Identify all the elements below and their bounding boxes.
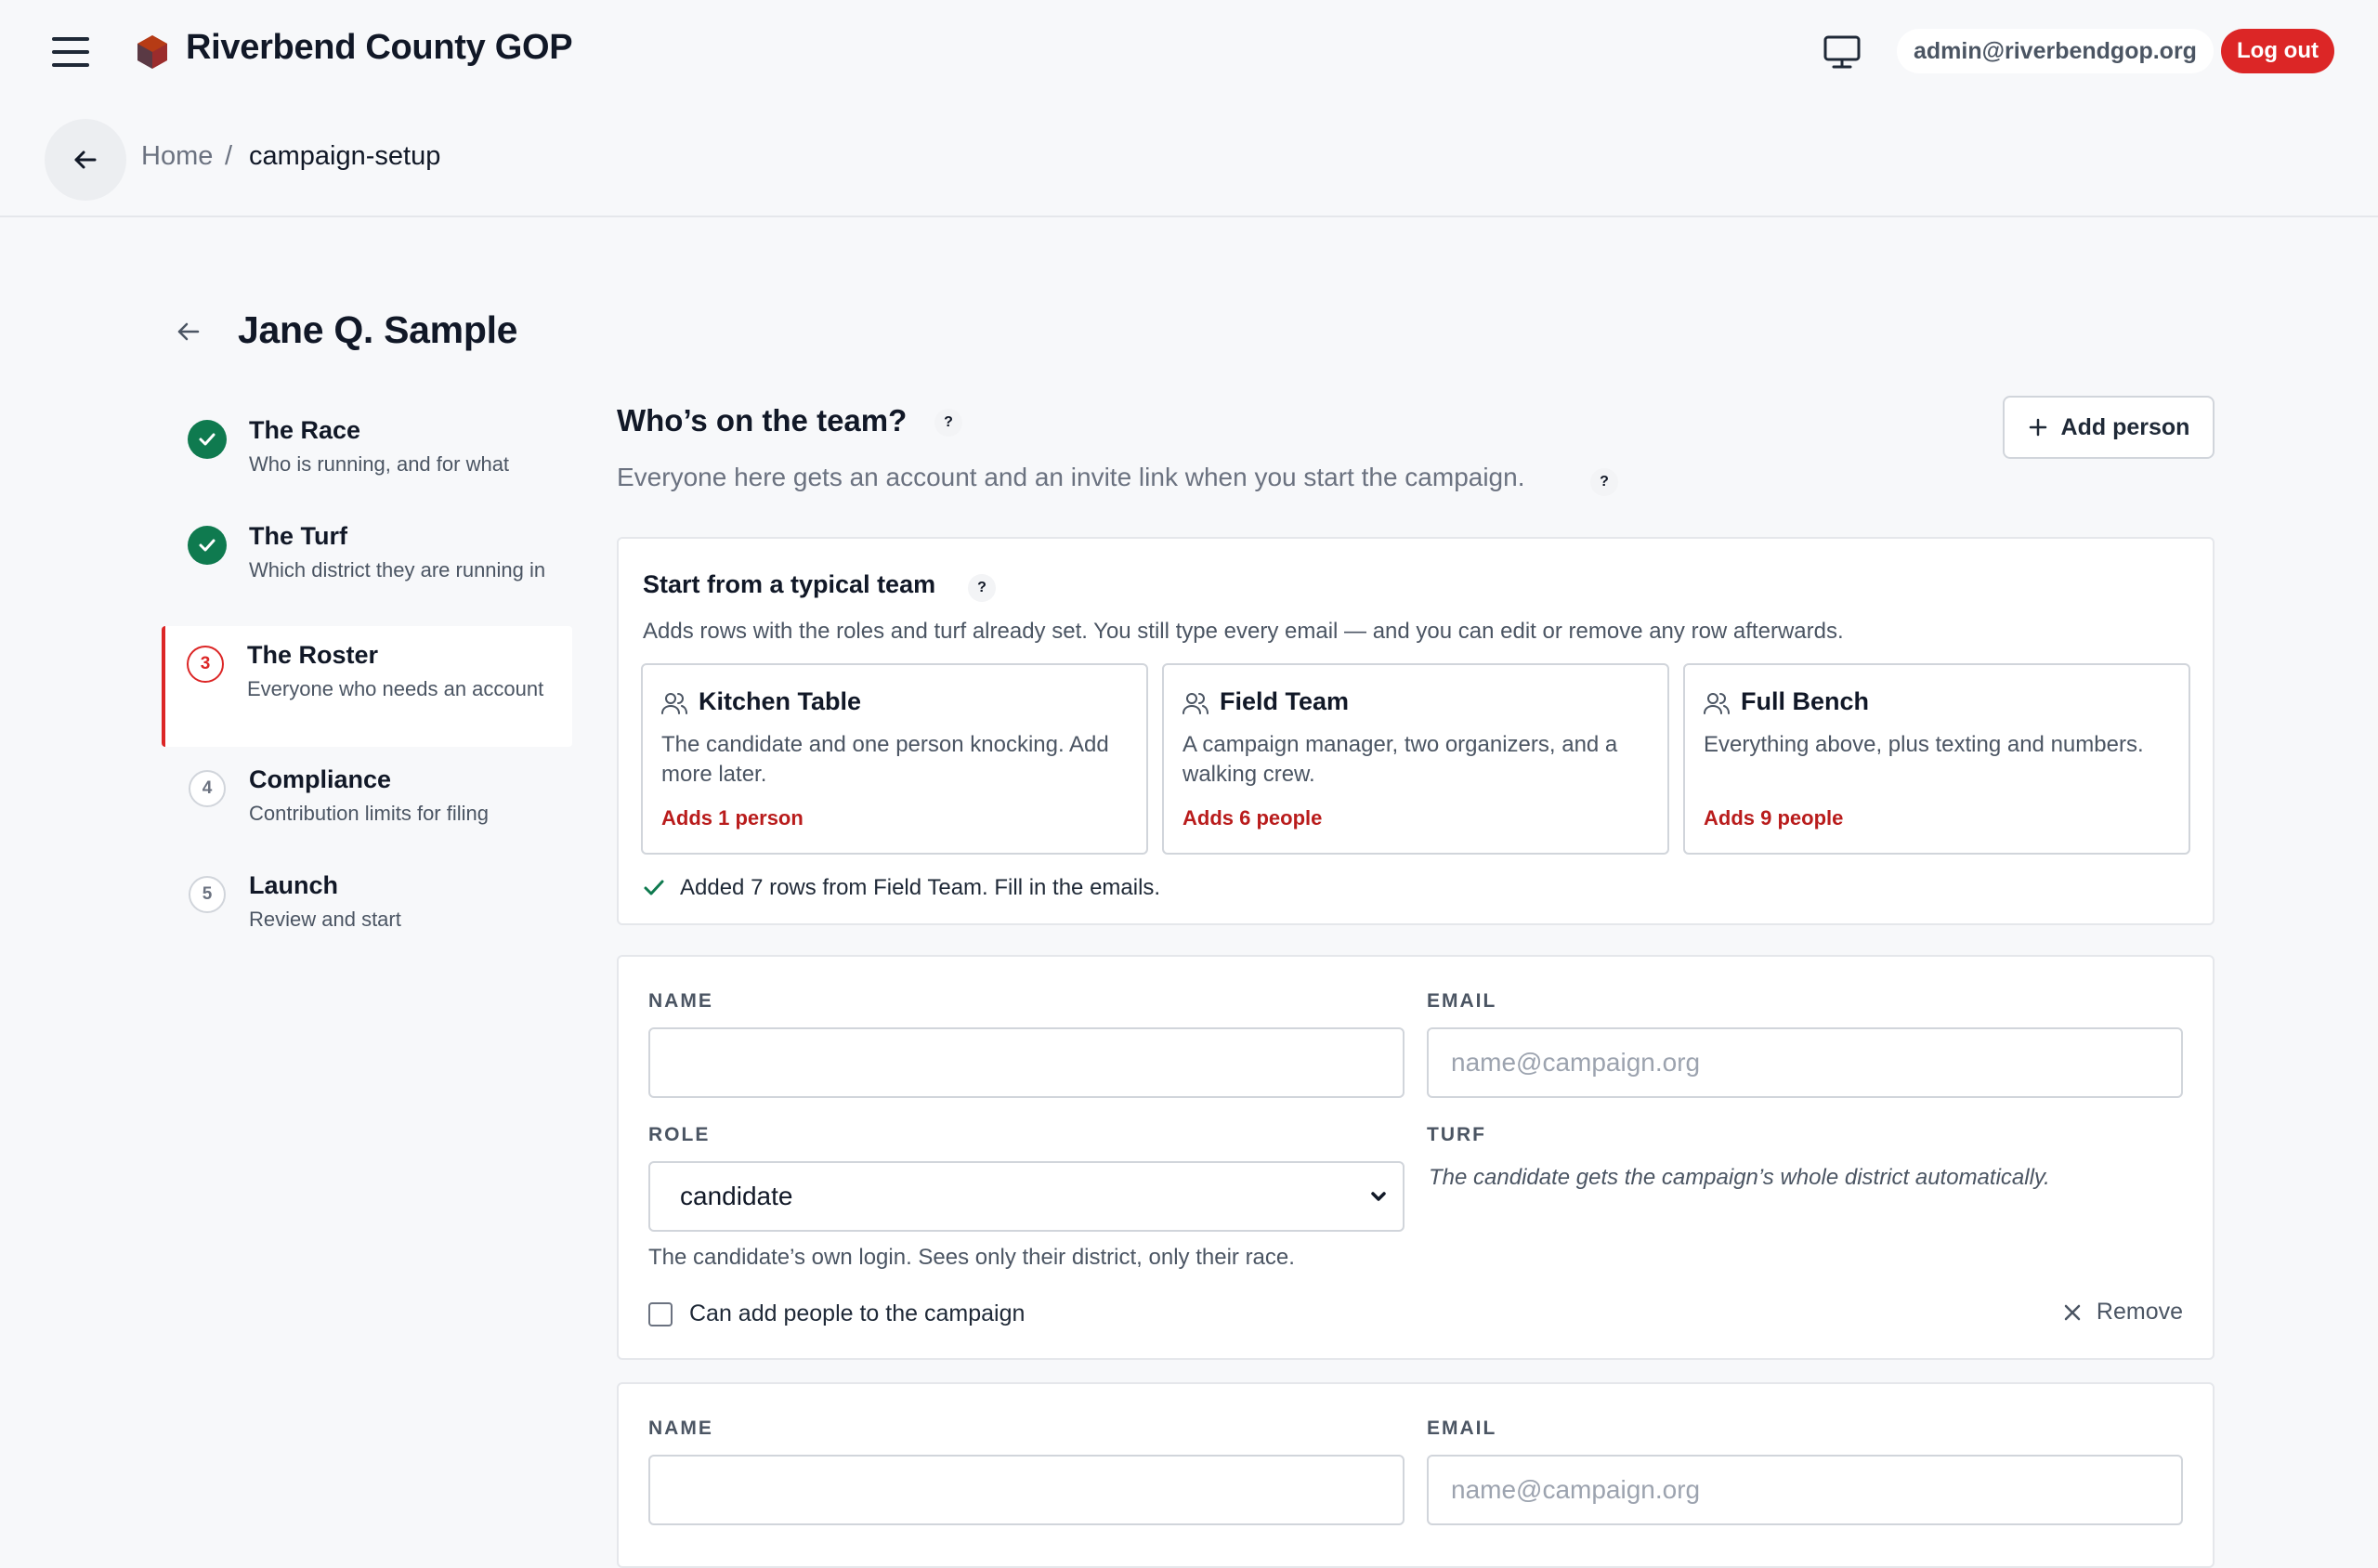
add-person-button[interactable]: Add person <box>2003 396 2215 459</box>
step-title: The Turf <box>249 522 347 550</box>
preset-title: Field Team <box>1220 687 1350 715</box>
email-placeholder: name@campaign.org <box>1451 1048 1701 1077</box>
email-label: EMAIL <box>1427 1418 1497 1439</box>
breadcrumb: Home / campaign-setup <box>0 104 2378 217</box>
help-icon[interactable]: ? <box>1590 468 1618 496</box>
name-input[interactable] <box>648 1455 1405 1525</box>
preset-full-bench[interactable]: Full Bench Everything above, plus textin… <box>1683 663 2190 855</box>
preset-adds-count: Adds 9 people <box>1704 806 1844 830</box>
user-email[interactable]: admin@riverbendgop.org <box>1897 29 2214 73</box>
preset-title: Full Bench <box>1741 687 1870 715</box>
step-number: 3 <box>187 646 224 683</box>
preset-title: Kitchen Table <box>699 687 862 715</box>
checkbox[interactable] <box>648 1301 673 1326</box>
preset-adds-count: Adds 1 person <box>661 806 804 830</box>
typical-team-card: Start from a typical team ? Adds rows wi… <box>617 537 2215 925</box>
check-circle-icon <box>188 526 227 565</box>
help-icon[interactable]: ? <box>934 409 962 437</box>
name-input[interactable] <box>648 1027 1405 1098</box>
step-the-turf[interactable]: The Turf Which district they are running… <box>163 507 572 613</box>
section-title: Who’s on the team? <box>617 403 908 438</box>
step-title: Compliance <box>249 765 392 793</box>
typical-team-subtitle: Adds rows with the roles and turf alread… <box>643 619 1844 644</box>
checkmark-icon <box>644 880 664 895</box>
preset-adds-count: Adds 6 people <box>1182 806 1323 830</box>
step-number: 4 <box>189 770 226 807</box>
remove-label: Remove <box>2096 1299 2183 1325</box>
name-label: NAME <box>648 1418 713 1439</box>
arrow-left-icon <box>74 150 97 169</box>
step-number: 5 <box>189 876 226 913</box>
status-text: Added 7 rows from Field Team. Fill in th… <box>680 875 1161 900</box>
step-subtitle: Which district they are running in <box>249 558 546 581</box>
step-the-race[interactable]: The Race Who is running, and for what <box>163 401 572 507</box>
person-card: NAME EMAIL name@campaign.org <box>617 1382 2215 1568</box>
section-subtitle: Everyone here gets an account and an inv… <box>617 463 1525 491</box>
step-title: The Race <box>249 416 361 444</box>
brand-name: Riverbend County GOP <box>186 28 573 67</box>
brand-logo <box>137 35 167 69</box>
typical-team-title: Start from a typical team <box>643 570 936 598</box>
role-selected-value: candidate <box>680 1182 793 1210</box>
back-button[interactable] <box>45 119 126 201</box>
top-bar: Riverbend County GOP admin@riverbendgop.… <box>0 0 2378 104</box>
checkbox-label: Can add people to the campaign <box>689 1300 1026 1326</box>
step-subtitle: Review and start <box>249 908 401 931</box>
breadcrumb-current: campaign-setup <box>249 141 441 171</box>
logout-button[interactable]: Log out <box>2221 29 2334 73</box>
role-help-text: The candidate’s own login. Sees only the… <box>648 1245 1295 1270</box>
wizard-stepper: The Race Who is running, and for what Th… <box>162 401 572 962</box>
users-icon <box>661 693 687 714</box>
step-title: Launch <box>249 871 339 899</box>
step-compliance[interactable]: 4 Compliance Contribution limits for fil… <box>163 751 572 856</box>
step-subtitle: Contribution limits for filing <box>249 802 489 825</box>
preset-description: A campaign manager, two organizers, and … <box>1182 732 1618 787</box>
preset-kitchen-table[interactable]: Kitchen Table The candidate and one pers… <box>641 663 1148 855</box>
step-launch[interactable]: 5 Launch Review and start <box>163 856 572 962</box>
check-circle-icon <box>188 420 227 459</box>
preset-description: The candidate and one person knocking. A… <box>661 732 1109 787</box>
preset-description: Everything above, plus texting and numbe… <box>1704 732 2144 757</box>
turf-label: TURF <box>1427 1124 1486 1145</box>
users-icon <box>1704 693 1730 714</box>
person-card: NAME EMAIL name@campaign.org ROLE candid… <box>617 955 2215 1360</box>
email-input[interactable]: name@campaign.org <box>1427 1455 2183 1525</box>
name-label: NAME <box>648 990 713 1012</box>
chevron-down-icon <box>1371 1192 1386 1201</box>
hamburger-menu-icon[interactable] <box>52 35 89 69</box>
monitor-icon[interactable] <box>1823 33 1862 71</box>
email-label: EMAIL <box>1427 990 1497 1012</box>
remove-person-button[interactable]: Remove <box>2063 1299 2183 1326</box>
users-icon <box>1182 693 1209 714</box>
step-subtitle: Everyone who needs an account <box>247 677 544 700</box>
preset-field-team[interactable]: Field Team A campaign manager, two organ… <box>1162 663 1669 855</box>
typical-team-status: Added 7 rows from Field Team. Fill in th… <box>643 875 1160 901</box>
email-placeholder: name@campaign.org <box>1451 1475 1701 1504</box>
plus-icon <box>2029 418 2046 437</box>
step-subtitle: Who is running, and for what <box>249 452 510 476</box>
page-title: Jane Q. Sample <box>238 308 518 351</box>
step-the-roster[interactable]: 3 The Roster Everyone who needs an accou… <box>162 626 572 747</box>
help-icon[interactable]: ? <box>968 574 996 602</box>
can-add-people-checkbox[interactable]: Can add people to the campaign <box>648 1300 1025 1327</box>
breadcrumb-separator: / <box>225 141 233 171</box>
role-select[interactable]: candidate <box>648 1161 1405 1232</box>
breadcrumb-home-link[interactable]: Home <box>141 141 213 172</box>
role-label: ROLE <box>648 1124 711 1145</box>
add-person-label: Add person <box>2060 413 2190 440</box>
step-title: The Roster <box>247 641 379 669</box>
close-icon <box>2064 1304 2081 1320</box>
email-input[interactable]: name@campaign.org <box>1427 1027 2183 1098</box>
page-back-arrow-icon[interactable] <box>175 318 203 346</box>
turf-note: The candidate gets the campaign’s whole … <box>1429 1165 2050 1190</box>
